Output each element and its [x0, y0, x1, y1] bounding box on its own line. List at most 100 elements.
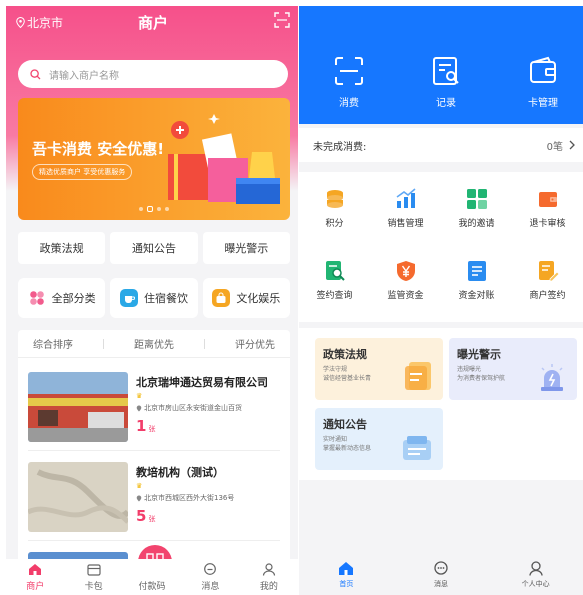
- grid-label: 资金对账: [458, 291, 495, 301]
- category-culture-entertainment[interactable]: 文化娱乐: [202, 278, 290, 318]
- merchant-search-input[interactable]: 请输入商户名称: [18, 60, 288, 88]
- sort-bar: 综合排序 距离优先 评分优先: [18, 330, 290, 358]
- pending-consumption-row[interactable]: 未完成消费: 0笔: [299, 128, 583, 162]
- merchant-address: 北京市西城区西外大街136号: [136, 493, 234, 503]
- pagination-dot[interactable]: [157, 207, 161, 211]
- location-pin-icon: [136, 495, 142, 501]
- sort-divider: [103, 338, 104, 349]
- tab-messages[interactable]: 消息: [181, 559, 239, 595]
- grid-label: 退卡审核: [529, 219, 566, 229]
- action-label: 消费: [339, 98, 359, 109]
- exposure-link[interactable]: 曝光警示: [202, 232, 290, 264]
- quick-links: 政策法规 通知公告 曝光警示: [18, 232, 290, 264]
- merchant-name: 教培机构（测试）: [136, 466, 224, 479]
- cup-icon: [119, 289, 138, 307]
- search-icon: [30, 68, 41, 79]
- tab-mine[interactable]: 我的: [240, 559, 298, 595]
- merchant-list: 综合排序 距离优先 评分优先 北京瑞坤通达贸易有限公司 ♛ 北京市房山区永安街道…: [18, 330, 290, 570]
- tab-payment-code[interactable]: 付款码: [123, 559, 181, 595]
- tab-label: 首页: [339, 580, 354, 588]
- card-count: 1张: [136, 416, 155, 435]
- merchant-address: 北京市房山区永安街道金山百货: [136, 403, 242, 413]
- category-lodging-dining[interactable]: 住宿餐饮: [110, 278, 198, 318]
- merchant-address-text: 北京市房山区永安街道金山百货: [144, 404, 242, 412]
- consume-button[interactable]: 消费: [314, 56, 384, 109]
- grid-item-merchant-contract[interactable]: 商户签约: [512, 260, 583, 301]
- tab-messages[interactable]: 消息: [394, 555, 489, 595]
- tab-personal-center[interactable]: 个人中心: [488, 555, 583, 595]
- tab-card-wallet[interactable]: 卡包: [64, 559, 122, 595]
- merchant-photo: [28, 372, 128, 442]
- record-icon: [433, 57, 459, 85]
- alarm-icon: [541, 364, 563, 391]
- home-icon: [29, 564, 42, 575]
- banner-title: 吾卡消费 安全优惠!: [32, 140, 165, 158]
- tab-label: 卡包: [84, 582, 103, 592]
- quick-action-header: 消费 记录 卡管理: [299, 6, 583, 124]
- exposure-card[interactable]: 曝光警示 违规曝光 为消费者保驾护航: [449, 338, 577, 400]
- banner-pagination[interactable]: [18, 206, 290, 212]
- merchant-address-text: 北京市西城区西外大街136号: [144, 494, 235, 502]
- grid-icon: [28, 289, 46, 307]
- tab-home[interactable]: 首页: [299, 555, 394, 595]
- merchant-photo: [28, 462, 128, 532]
- notice-icon: [403, 436, 431, 460]
- home-icon: [339, 562, 354, 575]
- grid-item-my-invitations[interactable]: 我的邀请: [441, 188, 512, 229]
- card-management-button[interactable]: 卡管理: [508, 56, 578, 109]
- bottom-tab-bar: 首页 消息 个人中心: [299, 555, 583, 595]
- grid-item-points[interactable]: 积分: [299, 188, 370, 229]
- merchant-item[interactable]: 教培机构（测试） ♛ 北京市西城区西外大街136号 5张: [28, 462, 280, 532]
- category-all[interactable]: 全部分类: [18, 278, 106, 318]
- location-pin-icon: [136, 405, 142, 411]
- sort-comprehensive[interactable]: 综合排序: [33, 336, 73, 351]
- card-count-value: 5: [136, 507, 147, 525]
- notice-card[interactable]: 通知公告 实时通知 掌握最新动态信息: [315, 408, 443, 470]
- grid-item-refund-review[interactable]: 退卡审核: [512, 188, 583, 229]
- list-divider: [28, 540, 280, 541]
- pagination-dot[interactable]: [139, 207, 143, 211]
- merchant-badge-icon: ♛: [136, 392, 143, 400]
- wallet-icon: [538, 192, 557, 207]
- category-row: 全部分类 住宿餐饮 文化娱乐: [18, 278, 290, 318]
- tab-merchant[interactable]: 商户: [6, 559, 64, 595]
- page-title: 商户: [137, 14, 168, 32]
- shield-yuan-icon: [396, 261, 415, 281]
- pending-label: 未完成消费:: [313, 141, 367, 153]
- bottom-tab-bar: 商户 卡包 付款码 消息 我的: [6, 559, 298, 595]
- grid-item-supervised-funds[interactable]: 监管资金: [370, 260, 441, 301]
- card-count: 5张: [136, 506, 155, 525]
- card-title: 通知公告: [323, 418, 367, 431]
- policy-link[interactable]: 政策法规: [18, 232, 106, 264]
- tab-label: 商户: [26, 582, 45, 592]
- doc-search-icon: [325, 261, 345, 281]
- bag-icon: [212, 289, 231, 307]
- grid-label: 积分: [325, 219, 344, 229]
- pending-count: 0笔: [546, 141, 563, 153]
- grid-label: 商户签约: [529, 291, 566, 301]
- promo-banner[interactable]: 吾卡消费 安全优惠! 精选优质商户 享受优惠服务: [18, 98, 290, 220]
- merchant-item[interactable]: 北京瑞坤通达贸易有限公司 ♛ 北京市房山区永安街道金山百货 1张: [28, 372, 280, 442]
- tab-label: 个人中心: [521, 580, 550, 588]
- tab-label: 付款码: [138, 582, 166, 592]
- sort-rating[interactable]: 评分优先: [235, 336, 275, 351]
- merchant-badge-icon: ♛: [136, 482, 143, 490]
- pagination-dot[interactable]: [165, 207, 169, 211]
- tab-label: 消息: [201, 582, 220, 592]
- search-placeholder: 请输入商户名称: [49, 70, 119, 82]
- grid-item-contract-query[interactable]: 签约查询: [299, 260, 370, 301]
- grid-item-sales-management[interactable]: 销售管理: [370, 188, 441, 229]
- category-label: 住宿餐饮: [143, 292, 188, 305]
- record-button[interactable]: 记录: [411, 56, 481, 109]
- shopping-illustration: [168, 114, 280, 204]
- action-label: 记录: [436, 98, 456, 109]
- scan-icon[interactable]: [274, 12, 290, 28]
- merchant-name: 北京瑞坤通达贸易有限公司: [136, 376, 268, 389]
- notice-link[interactable]: 通知公告: [110, 232, 198, 264]
- grid-item-fund-reconciliation[interactable]: 资金对账: [441, 260, 512, 301]
- sort-distance[interactable]: 距离优先: [134, 336, 174, 351]
- category-label: 全部分类: [51, 292, 96, 305]
- list-divider: [28, 450, 280, 451]
- pagination-dot-active[interactable]: [147, 206, 153, 212]
- policy-card[interactable]: 政策法规 学法守规 诚信经营基业长青: [315, 338, 443, 400]
